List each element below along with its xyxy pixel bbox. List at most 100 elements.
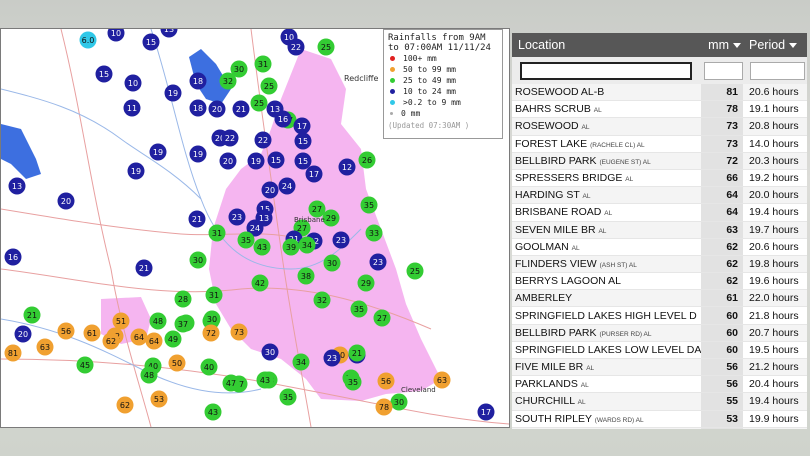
station-marker[interactable]: 12 [338, 158, 356, 176]
station-marker[interactable]: 15 [294, 132, 312, 150]
station-marker[interactable]: 30 [323, 254, 341, 272]
table-row[interactable]: SPRESSERS BRIDGE AL 66 19.2 hours [512, 169, 807, 188]
station-marker[interactable]: 48 [140, 366, 158, 384]
table-row[interactable]: SOUTH RIPLEY (WARDS RD) AL 53 19.9 hours [512, 410, 807, 428]
station-marker[interactable]: 20 [57, 192, 75, 210]
station-marker[interactable]: 25 [260, 77, 278, 95]
station-marker[interactable]: 43 [256, 371, 274, 389]
station-marker[interactable]: 53 [150, 390, 168, 408]
station-marker[interactable]: 62 [102, 332, 120, 350]
location-filter-input[interactable] [520, 61, 692, 80]
station-marker[interactable]: 21 [135, 259, 153, 277]
station-marker[interactable]: 25 [317, 38, 335, 56]
table-row[interactable]: FLINDERS VIEW (ASH ST) AL 62 19.8 hours [512, 255, 807, 274]
station-marker[interactable]: 17 [477, 403, 495, 421]
table-row[interactable]: HARDING ST AL 64 20.0 hours [512, 187, 807, 205]
table-row[interactable]: CHURCHILL AL 55 19.4 hours [512, 393, 807, 411]
station-marker[interactable]: 28 [174, 290, 192, 308]
station-marker[interactable]: 15 [267, 151, 285, 169]
station-marker[interactable]: 30 [261, 343, 279, 361]
station-marker[interactable]: 51 [112, 312, 130, 330]
table-row[interactable]: BERRYS LAGOON AL 62 19.6 hours [512, 273, 807, 291]
station-marker[interactable]: 16 [274, 110, 292, 128]
station-marker[interactable]: 21 [188, 210, 206, 228]
station-marker[interactable]: 11 [123, 99, 141, 117]
station-marker[interactable]: 64 [130, 328, 148, 346]
station-marker[interactable]: 22 [287, 38, 305, 56]
station-marker[interactable]: 19 [127, 162, 145, 180]
station-marker[interactable]: 31 [205, 286, 223, 304]
rainfall-map[interactable]: 6.01015131022251510303132252513181911271… [0, 28, 510, 428]
station-marker[interactable]: 24 [278, 177, 296, 195]
station-marker[interactable]: 63 [36, 338, 54, 356]
station-marker[interactable]: 29 [357, 274, 375, 292]
station-marker[interactable]: 20 [219, 152, 237, 170]
table-row[interactable]: PARKLANDS AL 56 20.4 hours [512, 376, 807, 394]
station-marker[interactable]: 64 [145, 332, 163, 350]
station-marker[interactable]: 23 [369, 253, 387, 271]
station-marker[interactable]: 25 [406, 262, 424, 280]
table-row[interactable]: SEVEN MILE BR AL 63 19.7 hours [512, 221, 807, 239]
station-marker[interactable]: 43 [204, 403, 222, 421]
station-marker[interactable]: 23 [323, 349, 341, 367]
table-row[interactable]: FOREST LAKE (RACHELE CL) AL 73 14.0 hours [512, 135, 807, 153]
station-marker[interactable]: 35 [279, 388, 297, 406]
period-filter-input[interactable] [750, 61, 805, 80]
station-marker[interactable]: 33 [365, 224, 383, 242]
station-marker[interactable]: 78 [375, 398, 393, 416]
station-marker[interactable]: 39 [282, 238, 300, 256]
station-marker[interactable]: 19 [189, 145, 207, 163]
station-marker[interactable]: 23 [332, 231, 350, 249]
station-marker[interactable]: 50 [168, 354, 186, 372]
station-marker[interactable]: 81 [4, 344, 22, 362]
station-marker[interactable]: 63 [433, 371, 451, 389]
station-marker[interactable]: 22 [254, 131, 272, 149]
station-marker[interactable]: 21 [348, 344, 366, 362]
station-marker[interactable]: 72 [202, 324, 220, 342]
station-marker[interactable]: 48 [149, 312, 167, 330]
station-marker[interactable]: 30 [390, 393, 408, 411]
station-marker[interactable]: 43 [253, 238, 271, 256]
table-row[interactable]: FIVE MILE BR AL 56 21.2 hours [512, 359, 807, 377]
station-marker[interactable]: 19 [247, 152, 265, 170]
station-marker[interactable]: 16 [4, 248, 22, 266]
station-marker[interactable]: 10 [107, 29, 125, 42]
station-marker[interactable]: 22 [221, 129, 239, 147]
station-marker[interactable]: 18 [189, 99, 207, 117]
table-row[interactable]: BELLBIRD PARK (EUGENE ST) AL 72 20.3 hours [512, 152, 807, 170]
station-marker[interactable]: 32 [219, 72, 237, 90]
station-marker[interactable]: 19 [164, 84, 182, 102]
station-marker[interactable]: 61 [83, 324, 101, 342]
station-marker[interactable]: 21 [23, 306, 41, 324]
station-marker[interactable]: 31 [208, 224, 226, 242]
table-row[interactable]: ONE MILE BRIDGE AL5219.4 hours [512, 427, 807, 429]
station-marker[interactable]: 62 [116, 396, 134, 414]
station-marker[interactable]: 23 [228, 208, 246, 226]
table-row[interactable]: SPRINGFIELD LAKES LOW LEVEL DA 60 19.5 ho… [512, 341, 807, 359]
station-marker[interactable]: 45 [76, 356, 94, 374]
station-marker[interactable]: 31 [254, 55, 272, 73]
table-row[interactable]: AMBERLEY 61 22.0 hours [512, 290, 807, 308]
station-marker[interactable]: 73 [230, 323, 248, 341]
station-marker[interactable]: 49 [164, 330, 182, 348]
table-row[interactable]: GOOLMAN AL 62 20.6 hours [512, 238, 807, 256]
station-marker[interactable]: 35 [360, 196, 378, 214]
station-marker[interactable]: 56 [377, 372, 395, 390]
station-marker[interactable]: 20 [261, 181, 279, 199]
station-marker[interactable]: 13 [8, 177, 26, 195]
station-marker[interactable]: 19 [149, 143, 167, 161]
col-period-header[interactable]: Period [743, 38, 807, 52]
station-marker[interactable]: 26 [358, 151, 376, 169]
station-marker[interactable]: 42 [251, 274, 269, 292]
table-row[interactable]: ROSEWOOD AL 73 20.8 hours [512, 118, 807, 136]
station-marker[interactable]: 32 [313, 291, 331, 309]
col-location-header[interactable]: Location [512, 38, 701, 52]
station-marker[interactable]: 30 [189, 251, 207, 269]
station-marker[interactable]: 17 [293, 117, 311, 135]
station-marker[interactable]: 56 [57, 322, 75, 340]
station-marker[interactable]: 15 [294, 152, 312, 170]
station-marker[interactable]: 25 [250, 94, 268, 112]
station-marker[interactable]: 20 [14, 325, 32, 343]
table-row[interactable]: BELLBIRD PARK (PURSER RD) AL 60 20.7 hours [512, 324, 807, 342]
station-marker[interactable]: 35 [237, 231, 255, 249]
